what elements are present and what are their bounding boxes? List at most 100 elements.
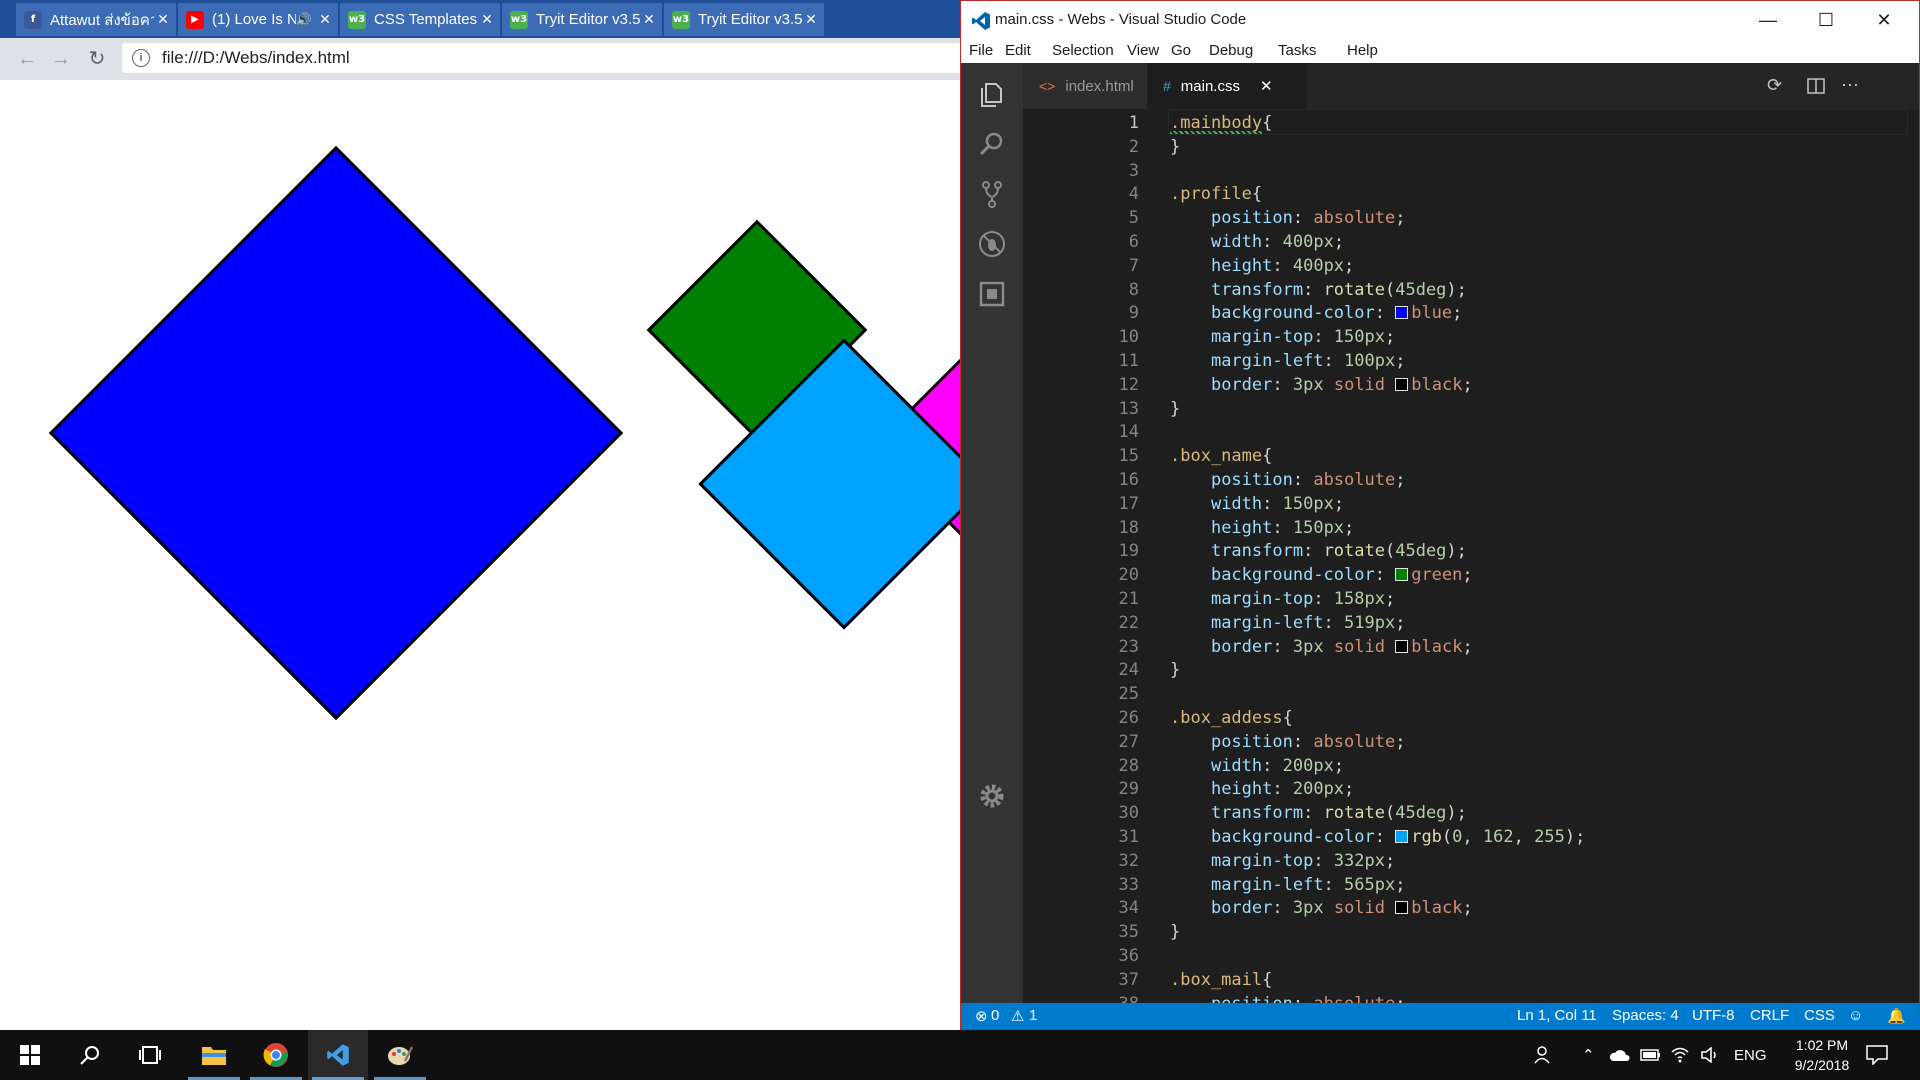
file-explorer-icon[interactable] [184,1030,244,1080]
address-bar[interactable]: i file:///D:/Webs/index.html [122,43,960,73]
line-number: 38 [1023,992,1139,1003]
close-tab-icon[interactable]: ✕ [154,11,172,28]
code-token: height [1210,517,1273,538]
browser-tab[interactable]: f Attawut ส่งข้อความถึง✕ [16,3,176,36]
close-window-icon[interactable]: ✕ [1861,7,1907,33]
close-tab-icon[interactable]: ✕ [316,11,334,28]
code-text: height: 200px; [1170,777,1354,801]
maximize-icon[interactable]: ☐ [1803,7,1849,33]
line-ending[interactable]: CRLF [1750,1007,1789,1024]
search-icon[interactable] [60,1030,120,1080]
error-icon[interactable]: ⊗ [975,1007,988,1025]
reload-icon[interactable]: ↻ [84,46,110,72]
close-tab-icon[interactable]: ✕ [802,11,820,28]
debug-icon[interactable] [977,229,1007,259]
close-tab-icon[interactable]: ✕ [640,11,658,28]
page-viewport [0,80,960,1030]
people-icon[interactable] [1534,1030,1554,1080]
encoding[interactable]: UTF-8 [1692,1007,1735,1024]
tab-label: main.css [1180,77,1240,95]
close-tab-icon[interactable]: ✕ [478,11,496,28]
browser-tab[interactable]: w3 Tryit Editor v3.5 ✕ [502,3,662,36]
code-token: absolute [1313,208,1396,229]
clock[interactable]: 1:02 PM 9/2/2018 [1782,1030,1862,1080]
blue-diamond [48,145,624,721]
warning-count[interactable]: 1 [1029,1007,1037,1024]
code-token: : [1374,565,1396,586]
code-line: 27 position: absolute; [1023,730,1863,754]
close-tab-icon[interactable]: ✕ [1260,77,1273,95]
action-center-icon[interactable] [1866,1030,1888,1080]
line-number: 9 [1128,303,1139,324]
speaker-icon[interactable]: 🔊 [296,12,312,28]
more-actions-icon[interactable]: ⋯ [1841,75,1859,96]
tab-main-css[interactable]: # main.css ✕ [1147,63,1307,109]
menu-debug[interactable]: Debug [1209,42,1253,59]
start-icon[interactable] [0,1030,60,1080]
code-text: transform: rotate(45deg); [1170,801,1467,825]
browser-tab[interactable]: w3 CSS Templates ✕ [340,3,500,36]
code-token: { [1251,184,1263,205]
cursor-position[interactable]: Ln 1, Col 11 [1517,1007,1597,1024]
menu-file[interactable]: File [969,42,993,59]
split-editor-icon[interactable] [1807,77,1825,95]
menu-go[interactable]: Go [1171,42,1191,59]
menu-view[interactable]: View [1127,42,1159,59]
browser-tab[interactable]: ▶ (1) Love Is Now🔊✕ [178,3,338,36]
chrome-icon[interactable] [246,1030,306,1080]
menu-edit[interactable]: Edit [1005,42,1031,59]
code-token: rgb [1411,827,1442,847]
code-token: black [1411,898,1463,919]
code-token: green [1411,565,1463,586]
feedback-smiley-icon[interactable]: ☺ [1848,1007,1863,1024]
wifi-icon[interactable] [1670,1030,1690,1080]
forward-icon[interactable]: → [48,46,74,72]
vscode-icon[interactable] [308,1030,368,1080]
tab-index-html[interactable]: <> index.html [1023,63,1147,109]
color-swatch-icon[interactable] [1395,830,1409,843]
code-line: 34 border: 3px solid black; [1023,896,1863,920]
html-icon: <> [1039,78,1056,94]
browser-tab[interactable]: w3 Tryit Editor v3.5 ✕ [664,3,824,36]
menu-tasks[interactable]: Tasks [1278,42,1316,59]
color-swatch-icon[interactable] [1395,639,1409,653]
color-swatch-icon[interactable] [1395,568,1409,582]
task-view-icon[interactable] [120,1030,180,1080]
line-number: 19 [1118,541,1139,562]
volume-icon[interactable] [1700,1030,1720,1080]
show-hidden-icons-icon[interactable]: ⌃ [1582,1030,1595,1080]
code-text: margin-top: 332px; [1170,849,1395,873]
language-mode[interactable]: CSS [1804,1007,1835,1024]
code-token: 3px [1292,636,1324,657]
extensions-icon[interactable] [977,279,1007,309]
code-token: ; [1395,612,1406,633]
paint-icon[interactable] [370,1030,430,1080]
warning-icon[interactable]: ⚠ [1011,1007,1024,1025]
code-token: : [1323,874,1345,895]
open-changes-icon[interactable]: ⟳ [1767,75,1782,96]
notifications-bell-icon[interactable]: 🔔 [1887,1007,1906,1025]
menu-help[interactable]: Help [1347,42,1378,59]
input-language[interactable]: ENG [1734,1030,1767,1080]
code-token: background-color [1210,565,1375,586]
minimize-icon[interactable]: — [1745,7,1791,33]
error-count[interactable]: 0 [991,1007,999,1024]
color-swatch-icon[interactable] [1395,306,1409,320]
code-line: 15 .box_name{ [1023,444,1863,468]
search-icon[interactable] [977,129,1007,159]
battery-icon[interactable] [1640,1030,1662,1080]
indentation[interactable]: Spaces: 4 [1612,1007,1679,1024]
color-swatch-icon[interactable] [1395,901,1409,915]
code-editor[interactable]: 1 .mainbody{2} 3 4 .profile{5 position: abso… [1023,109,1919,1003]
settings-gear-icon[interactable] [977,781,1007,811]
back-icon[interactable]: ← [14,46,40,72]
menu-selection[interactable]: Selection [1052,42,1114,59]
site-info-icon[interactable]: i [132,49,150,67]
code-text: .box_mail{ [1170,968,1272,992]
color-swatch-icon[interactable] [1395,377,1409,391]
onedrive-icon[interactable] [1608,1030,1630,1080]
source-control-icon[interactable] [977,179,1007,209]
explorer-icon[interactable] [977,79,1007,109]
